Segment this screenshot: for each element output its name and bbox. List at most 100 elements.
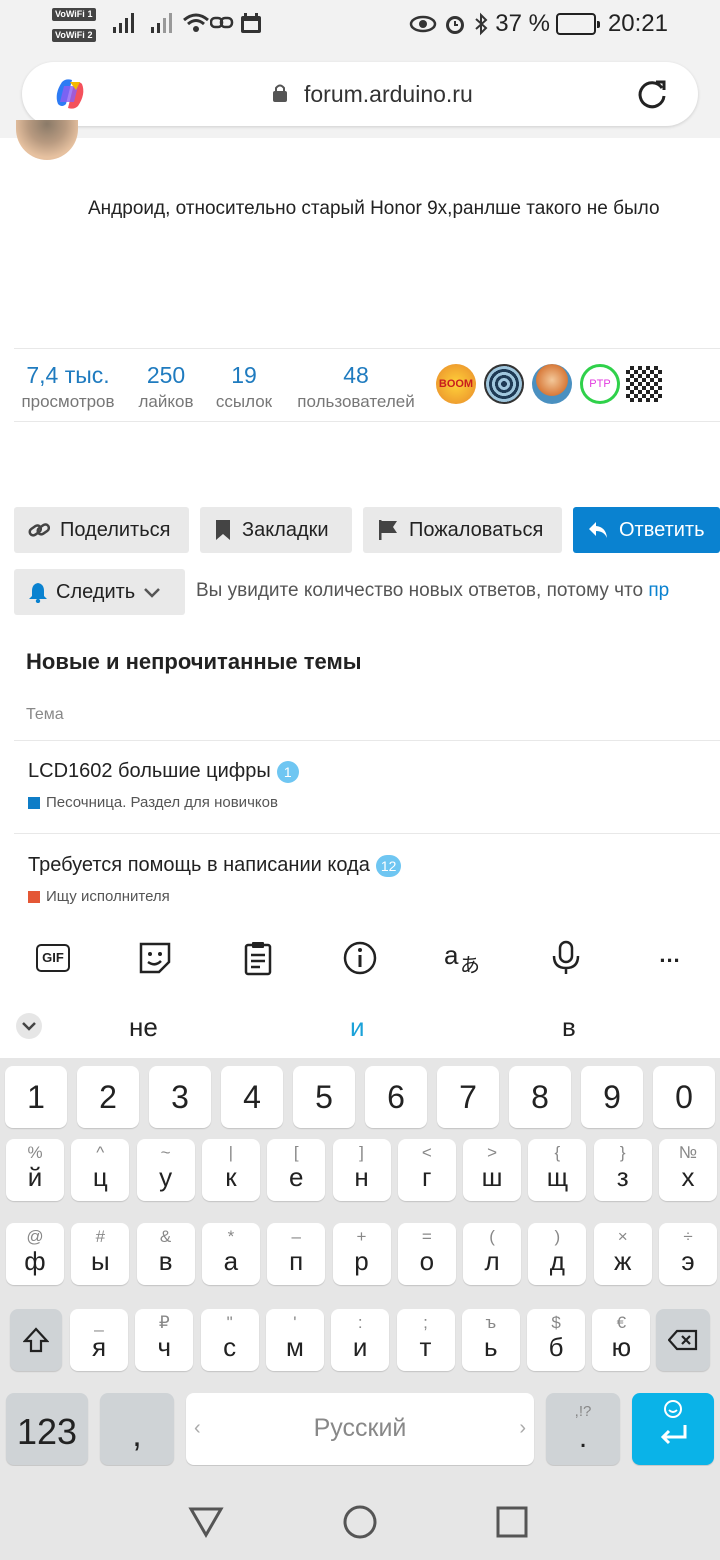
key[interactable]: (л — [463, 1223, 522, 1285]
key-label: д — [549, 1246, 565, 1276]
key[interactable]: 8 — [509, 1066, 571, 1128]
reload-icon[interactable] — [634, 76, 670, 112]
key[interactable]: € ю — [592, 1309, 651, 1371]
clipboard-icon[interactable] — [240, 940, 276, 976]
back-icon[interactable] — [188, 1506, 224, 1538]
key[interactable]: * а — [201, 1223, 260, 1285]
key[interactable]: [е — [267, 1139, 326, 1201]
info-icon[interactable] — [342, 940, 378, 976]
recents-icon[interactable] — [496, 1506, 528, 1538]
key-alt-label: { — [554, 1143, 561, 1162]
suggestion-primary[interactable]: и — [350, 1012, 365, 1043]
participant-avatar[interactable] — [626, 366, 662, 402]
key-label: ф — [24, 1246, 46, 1276]
key[interactable]: & в — [136, 1223, 195, 1285]
address-bar[interactable]: forum.arduino.ru — [22, 62, 698, 126]
divider — [14, 348, 720, 349]
collapse-icon[interactable] — [15, 1012, 43, 1040]
key-label: з — [616, 1162, 629, 1192]
report-button[interactable]: Пожаловаться — [363, 507, 562, 553]
divider — [14, 833, 720, 834]
bookmarks-button[interactable]: Закладки — [200, 507, 352, 553]
topic-category[interactable]: Песочница. Раздел для новичков — [28, 794, 278, 811]
key[interactable]: " с — [200, 1309, 259, 1371]
key[interactable]: {щ — [528, 1139, 587, 1201]
key-label: л — [484, 1246, 500, 1276]
microphone-icon[interactable] — [548, 940, 584, 976]
key[interactable]: – п — [267, 1223, 326, 1285]
key[interactable]: ₽ ч — [135, 1309, 194, 1371]
key[interactable]: $ б — [527, 1309, 586, 1371]
participant-avatar[interactable]: BOOM — [436, 364, 476, 404]
author-avatar[interactable] — [16, 120, 78, 160]
sticker-icon[interactable] — [137, 940, 173, 976]
key[interactable]: _ я — [70, 1309, 128, 1371]
key[interactable]: ъь — [461, 1309, 520, 1371]
comma-key[interactable]: , — [100, 1393, 174, 1465]
key[interactable]: 6 — [365, 1066, 427, 1128]
key-label: щ — [546, 1162, 569, 1192]
key[interactable]: | к — [201, 1139, 260, 1201]
reply-button[interactable]: Ответить — [573, 507, 720, 553]
key[interactable]: :и — [331, 1309, 390, 1371]
key-alt-label: ' — [293, 1313, 297, 1332]
url-text[interactable]: forum.arduino.ru — [304, 81, 473, 108]
shift-key[interactable] — [10, 1309, 62, 1371]
key-alt-label: # — [95, 1227, 106, 1246]
copilot-icon[interactable] — [50, 74, 90, 114]
key[interactable]: # ы — [71, 1223, 130, 1285]
key[interactable]: 2 — [77, 1066, 139, 1128]
enter-key[interactable] — [632, 1393, 714, 1465]
share-button[interactable]: Поделиться — [14, 507, 189, 553]
key[interactable]: 1 — [5, 1066, 67, 1128]
gif-button[interactable]: GIF — [36, 940, 72, 976]
key[interactable]: ) д — [528, 1223, 587, 1285]
topic-category[interactable]: Ищу исполнителя — [28, 888, 170, 905]
key[interactable]: ~ у — [136, 1139, 195, 1201]
more-options-button[interactable]: ... — [652, 940, 688, 976]
key[interactable]: 3 — [149, 1066, 211, 1128]
key[interactable]: + р — [332, 1223, 391, 1285]
key[interactable]: = о — [397, 1223, 456, 1285]
key[interactable]: ' м — [265, 1309, 324, 1371]
space-key[interactable]: ‹ Русский › — [186, 1393, 534, 1465]
key[interactable]: × ж — [593, 1223, 652, 1285]
stat-views: 7,4 тыс. просмотров — [21, 362, 115, 411]
key[interactable]: ] н — [332, 1139, 391, 1201]
translate-icon[interactable]: aあ — [444, 940, 484, 976]
participant-avatar[interactable] — [484, 364, 524, 404]
watch-info-link[interactable]: пр — [648, 580, 669, 601]
clock: 20:21 — [607, 10, 668, 37]
topic-link[interactable]: Требуется помощь в написании кода 12 — [28, 854, 402, 877]
key[interactable]: 0 — [653, 1066, 715, 1128]
key[interactable]: ^ ц — [71, 1139, 130, 1201]
key[interactable]: ÷ э — [659, 1223, 717, 1285]
key[interactable]: > ш — [463, 1139, 522, 1201]
key[interactable]: < г — [397, 1139, 456, 1201]
key[interactable]: 5 — [293, 1066, 355, 1128]
key[interactable]: @ ф — [6, 1223, 64, 1285]
backspace-key[interactable] — [656, 1309, 710, 1371]
sim1-label: VoWiFi 1 — [52, 8, 96, 21]
key[interactable]: № х — [659, 1139, 717, 1201]
battery-percent: 37 % — [495, 10, 550, 37]
key[interactable]: } з — [593, 1139, 652, 1201]
suggestion[interactable]: не — [129, 1012, 158, 1043]
period-key[interactable]: ,!?. — [546, 1393, 620, 1465]
browser-toolbar: forum.arduino.ru — [0, 50, 720, 138]
home-icon[interactable] — [342, 1504, 378, 1540]
topic-link[interactable]: LCD1602 большие цифры 1 — [28, 760, 299, 783]
watch-dropdown[interactable]: Следить — [14, 569, 185, 615]
participant-avatar[interactable]: PTP — [580, 364, 620, 404]
unread-badge[interactable]: 1 — [276, 760, 299, 783]
key[interactable]: 9 — [581, 1066, 643, 1128]
key[interactable]: 4 — [221, 1066, 283, 1128]
unread-badge[interactable]: 12 — [375, 854, 402, 877]
suggestion[interactable]: в — [562, 1012, 576, 1043]
category-color — [28, 796, 40, 809]
symbols-mode-key[interactable]: 123 — [6, 1393, 88, 1465]
key[interactable]: 7 — [437, 1066, 499, 1128]
key[interactable]: % й — [6, 1139, 64, 1201]
participant-avatar[interactable] — [532, 364, 572, 404]
key[interactable]: ; т — [396, 1309, 455, 1371]
